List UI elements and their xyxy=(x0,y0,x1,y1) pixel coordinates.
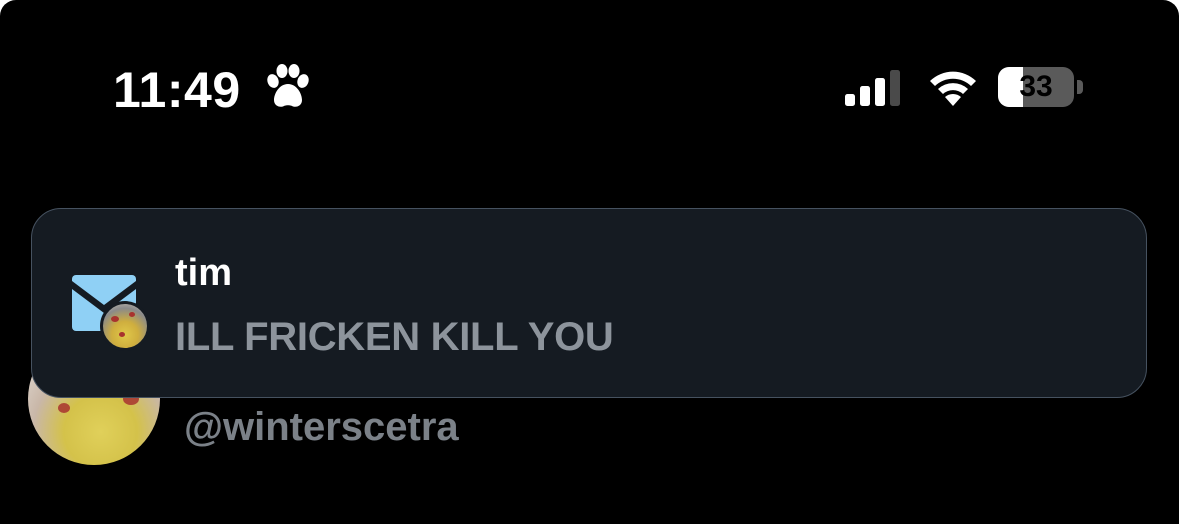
cellular-signal-icon xyxy=(845,70,900,106)
phone-screen: 11:49 33 @winterscetra tim ILL FRICKEN K… xyxy=(0,0,1179,524)
notification-body: ILL FRICKEN KILL YOU xyxy=(175,315,614,359)
battery-nub xyxy=(1077,80,1083,94)
status-time: 11:49 xyxy=(113,62,241,118)
battery-percent: 33 xyxy=(1019,70,1053,103)
wifi-icon xyxy=(930,71,976,106)
paw-icon xyxy=(267,64,309,107)
battery-body: 33 xyxy=(998,67,1074,107)
tweet-handle[interactable]: @winterscetra xyxy=(184,404,459,450)
notification-title: tim xyxy=(175,252,232,294)
avatar xyxy=(100,301,150,351)
battery-indicator: 33 xyxy=(998,67,1086,107)
notification-banner[interactable]: tim ILL FRICKEN KILL YOU xyxy=(31,208,1147,398)
